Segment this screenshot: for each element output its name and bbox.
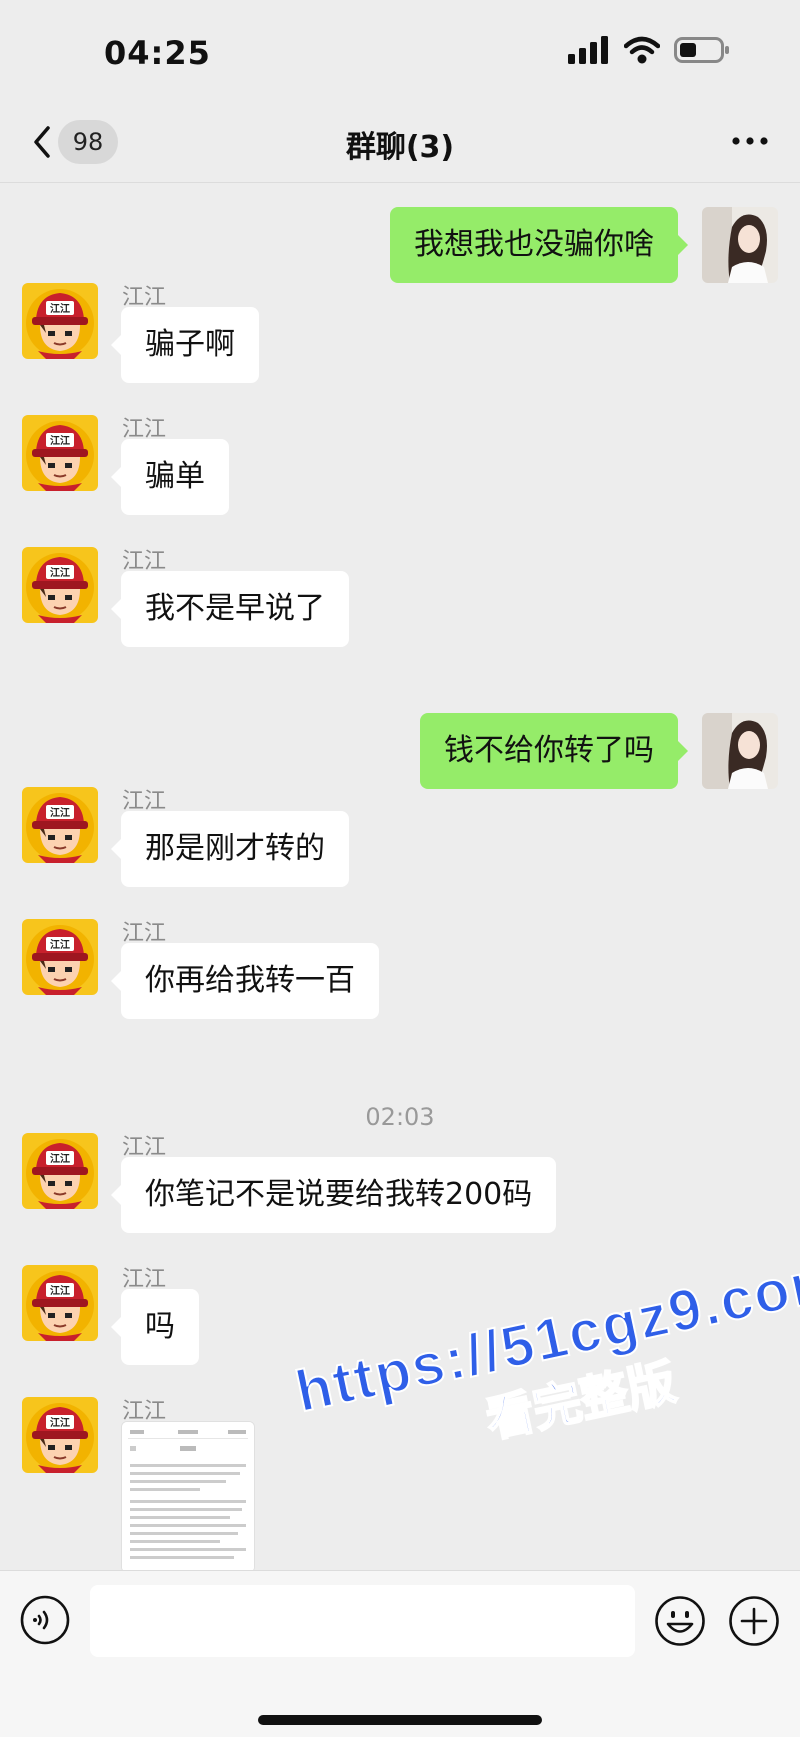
cartoon-avatar-image: 江江 bbox=[22, 1133, 98, 1209]
message-row: 江江 江江 bbox=[0, 1397, 800, 1570]
document-screenshot-image bbox=[122, 1422, 254, 1570]
status-time: 04:25 bbox=[104, 34, 211, 72]
message-row: 钱不给你转了吗 bbox=[0, 713, 800, 793]
sender-avatar[interactable]: 江江 bbox=[22, 1133, 98, 1209]
svg-text:江江: 江江 bbox=[50, 806, 70, 819]
sender-avatar[interactable]: 江江 bbox=[22, 283, 98, 359]
cartoon-avatar-image: 江江 bbox=[22, 547, 98, 623]
incoming-message-bubble[interactable]: 吗 bbox=[111, 1289, 199, 1365]
battery-icon bbox=[674, 37, 729, 63]
cartoon-avatar-image: 江江 bbox=[22, 1265, 98, 1341]
image-message-thumbnail[interactable] bbox=[121, 1421, 255, 1570]
cartoon-avatar-image: 江江 bbox=[22, 283, 98, 359]
svg-text:江江: 江江 bbox=[50, 1152, 70, 1165]
message-list[interactable]: 我想我也没骗你啥 江江 江江 骗子啊 江江 江江 骗单 江江 江江 我不是早说了… bbox=[0, 183, 800, 1570]
my-avatar[interactable] bbox=[702, 207, 778, 283]
input-bar bbox=[0, 1570, 800, 1737]
outgoing-message-bubble[interactable]: 钱不给你转了吗 bbox=[420, 713, 688, 789]
chat-header: 98 群聊(3) bbox=[0, 100, 800, 183]
message-row: 江江 江江 那是刚才转的 bbox=[0, 787, 800, 907]
incoming-message-bubble[interactable]: 骗子啊 bbox=[111, 307, 259, 383]
sender-avatar[interactable]: 江江 bbox=[22, 787, 98, 863]
status-icons bbox=[568, 36, 730, 64]
emoji-icon[interactable] bbox=[654, 1595, 706, 1647]
svg-text:江江: 江江 bbox=[50, 434, 70, 447]
svg-text:江江: 江江 bbox=[50, 1284, 70, 1297]
incoming-message-bubble[interactable]: 骗单 bbox=[111, 439, 229, 515]
more-options-icon[interactable] bbox=[730, 126, 770, 156]
incoming-message-bubble[interactable]: 你再给我转一百 bbox=[111, 943, 379, 1019]
message-row: 江江 江江 你再给我转一百 bbox=[0, 919, 800, 1039]
time-divider: 02:03 bbox=[365, 1103, 435, 1131]
status-bar: 04:25 bbox=[0, 0, 800, 100]
incoming-message-bubble[interactable]: 我不是早说了 bbox=[111, 571, 349, 647]
signal-icon bbox=[568, 36, 608, 64]
sender-avatar[interactable]: 江江 bbox=[22, 1397, 98, 1473]
svg-text:江江: 江江 bbox=[50, 566, 70, 579]
message-input[interactable] bbox=[90, 1585, 635, 1657]
incoming-message-bubble[interactable]: 那是刚才转的 bbox=[111, 811, 349, 887]
message-row: 江江 江江 你笔记不是说要给我转200码 bbox=[0, 1133, 800, 1253]
svg-text:江江: 江江 bbox=[50, 938, 70, 951]
outgoing-message-bubble[interactable]: 我想我也没骗你啥 bbox=[390, 207, 688, 283]
message-row: 江江 江江 骗单 bbox=[0, 415, 800, 535]
profile-photo-image bbox=[702, 713, 778, 789]
my-avatar[interactable] bbox=[702, 713, 778, 789]
message-row: 江江 江江 我不是早说了 bbox=[0, 547, 800, 667]
sender-avatar[interactable]: 江江 bbox=[22, 547, 98, 623]
cartoon-avatar-image: 江江 bbox=[22, 1397, 98, 1473]
incoming-message-bubble[interactable]: 你笔记不是说要给我转200码 bbox=[110, 1157, 557, 1233]
sender-avatar[interactable]: 江江 bbox=[22, 1265, 98, 1341]
sender-avatar[interactable]: 江江 bbox=[22, 919, 98, 995]
sender-avatar[interactable]: 江江 bbox=[22, 415, 98, 491]
more-functions-plus-icon[interactable] bbox=[728, 1595, 780, 1647]
message-row: 江江 江江 吗 bbox=[0, 1265, 800, 1385]
cartoon-avatar-image: 江江 bbox=[22, 415, 98, 491]
message-row: 我想我也没骗你啥 bbox=[0, 207, 800, 287]
svg-text:江江: 江江 bbox=[50, 302, 70, 315]
voice-input-icon[interactable] bbox=[20, 1595, 70, 1645]
wifi-icon bbox=[624, 36, 660, 64]
chat-title: 群聊(3) bbox=[345, 130, 455, 165]
cartoon-avatar-image: 江江 bbox=[22, 787, 98, 863]
home-indicator bbox=[258, 1715, 542, 1725]
message-row: 江江 江江 骗子啊 bbox=[0, 283, 800, 403]
profile-photo-image bbox=[702, 207, 778, 283]
svg-text:江江: 江江 bbox=[50, 1416, 70, 1429]
cartoon-avatar-image: 江江 bbox=[22, 919, 98, 995]
